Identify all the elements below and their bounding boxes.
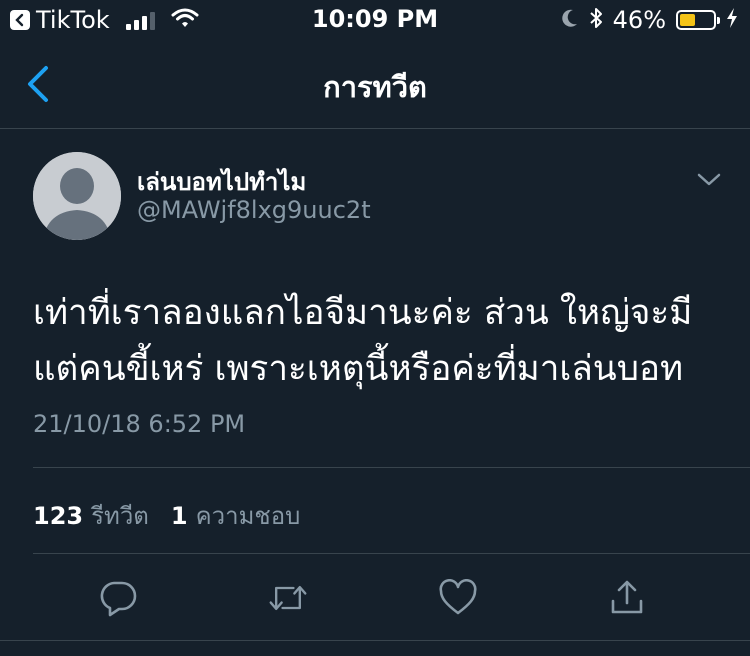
nav-bar: การทวีต xyxy=(0,40,750,129)
battery-level xyxy=(680,14,695,26)
tweet-stats: 123 รีทวีต 1 ความชอบ xyxy=(33,496,300,535)
chevron-down-icon[interactable] xyxy=(696,170,722,188)
like-icon[interactable] xyxy=(438,578,478,618)
retweet-icon[interactable] xyxy=(268,578,308,618)
battery-percent: 46% xyxy=(612,6,666,34)
status-bar-right: 46% xyxy=(561,6,738,34)
battery-icon xyxy=(676,10,720,30)
avatar[interactable] xyxy=(33,152,121,240)
retweet-label[interactable]: รีทวีต xyxy=(91,496,149,535)
tweet-text-line: เท่าที่เราลองแลกไอจีมานะค่ะ ส่วน ใหญ่จะม… xyxy=(33,293,693,333)
retweet-count[interactable]: 123 xyxy=(33,502,83,530)
reply-icon[interactable] xyxy=(98,578,138,618)
status-bar: TikTok 10:09 PM 46% xyxy=(0,0,750,40)
user-handle[interactable]: @MAWjf8lxg9uuc2t xyxy=(137,196,371,224)
like-label[interactable]: ความชอบ xyxy=(196,496,301,535)
tweet-actions xyxy=(0,560,750,640)
page-title: การทวีต xyxy=(323,70,427,104)
divider xyxy=(33,467,750,468)
share-icon[interactable] xyxy=(607,578,647,618)
charging-icon xyxy=(726,7,738,33)
like-count[interactable]: 1 xyxy=(171,502,188,530)
tweet-text: เท่าที่เราลองแลกไอจีมานะค่ะ ส่วน ใหญ่จะม… xyxy=(33,285,733,397)
bluetooth-icon xyxy=(589,7,603,33)
divider xyxy=(0,640,750,641)
tweet-timestamp: 21/10/18 6:52 PM xyxy=(33,410,246,438)
moon-icon xyxy=(561,8,579,32)
tweet-text-line: แต่คนขี้เหร่ เพราะเหตุนี้หรือค่ะที่มาเล่… xyxy=(33,349,684,389)
divider xyxy=(33,553,750,554)
